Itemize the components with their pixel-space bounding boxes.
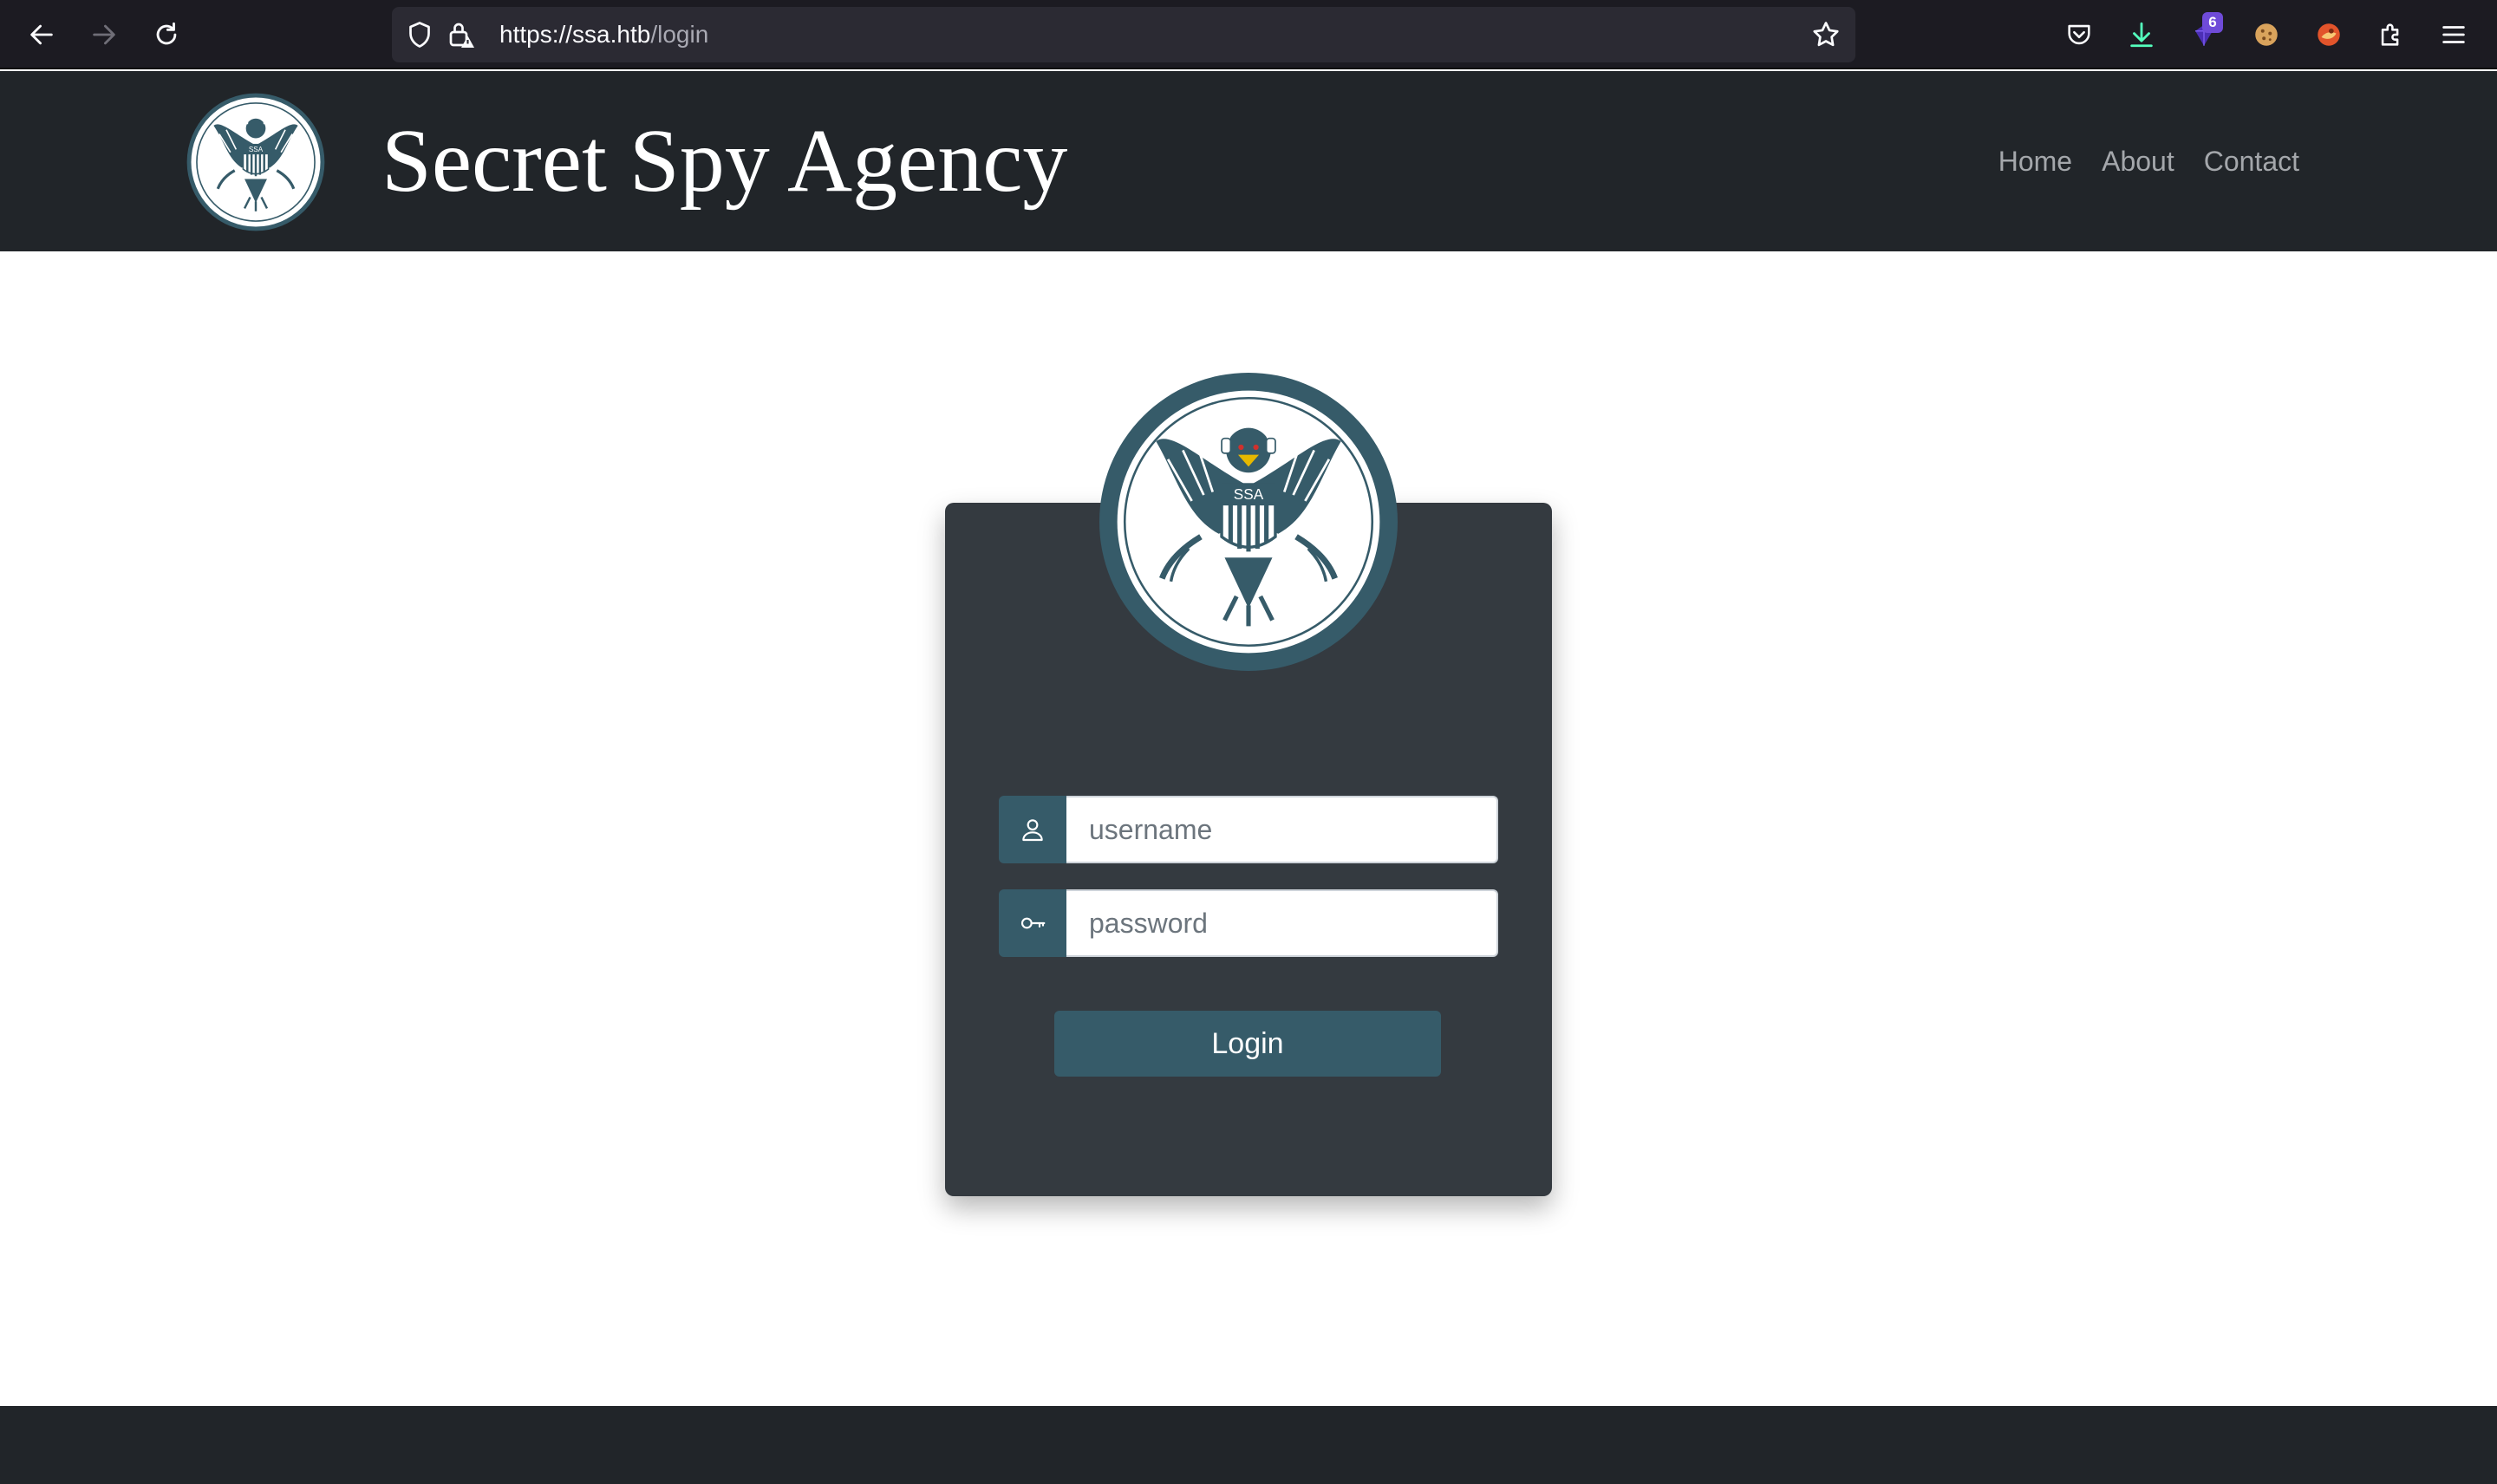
puzzle-piece-icon xyxy=(2381,23,2399,46)
extension-badge: 6 xyxy=(2202,12,2223,33)
pocket-icon xyxy=(2068,24,2090,45)
username-input-group xyxy=(999,796,1498,863)
url-host: https://ssa.htb xyxy=(499,21,651,48)
back-button[interactable] xyxy=(19,12,64,57)
cookie-icon xyxy=(2255,23,2278,46)
browser-toolbar: https://ssa.htb/login 6 xyxy=(0,0,2497,69)
cookie-extension-button[interactable] xyxy=(2246,14,2287,55)
url-text[interactable]: https://ssa.htb/login xyxy=(499,7,708,62)
agency-seal-logo[interactable]: SSA xyxy=(186,92,326,232)
username-input[interactable] xyxy=(1066,796,1498,863)
site-header: SSA Secret Spy Agency Home About Contact xyxy=(0,71,2497,251)
app-menu-button[interactable] xyxy=(2433,14,2474,55)
downloads-button[interactable] xyxy=(2121,14,2162,55)
bookmark-star-icon[interactable] xyxy=(1810,19,1842,50)
password-input[interactable] xyxy=(1066,889,1498,957)
reload-button[interactable] xyxy=(144,12,189,57)
site-footer xyxy=(0,1406,2497,1484)
key-icon xyxy=(1020,917,1046,929)
nav-about-link[interactable]: About xyxy=(2102,146,2174,178)
extension-fox-icon xyxy=(2318,23,2340,46)
nav-home-link[interactable]: Home xyxy=(1998,146,2072,178)
card-seal-text: SSA xyxy=(1234,485,1264,503)
pocket-button[interactable] xyxy=(2058,14,2100,55)
url-bar[interactable]: https://ssa.htb/login xyxy=(392,7,1855,62)
header-seal-text: SSA xyxy=(249,146,264,153)
forward-arrow-icon xyxy=(93,24,115,45)
download-icon xyxy=(2130,22,2153,48)
login-button[interactable]: Login xyxy=(1054,1011,1441,1077)
extension-button-3[interactable] xyxy=(2308,14,2350,55)
username-addon xyxy=(999,796,1066,863)
password-input-group xyxy=(999,889,1498,957)
extensions-button[interactable] xyxy=(2370,14,2412,55)
back-arrow-icon xyxy=(30,24,53,45)
main-nav: Home About Contact xyxy=(1969,71,2299,251)
url-path: /login xyxy=(650,21,709,48)
extension-button-1[interactable]: 6 xyxy=(2183,12,2225,55)
shield-icon[interactable] xyxy=(404,19,435,50)
forward-button[interactable] xyxy=(81,12,127,57)
user-icon xyxy=(1022,819,1043,842)
agency-seal-emblem: SSA xyxy=(1099,373,1398,671)
site-title: Secret Spy Agency xyxy=(381,111,1068,211)
insecure-lock-icon[interactable] xyxy=(446,19,477,50)
reload-icon xyxy=(156,22,177,45)
nav-contact-link[interactable]: Contact xyxy=(2204,146,2299,178)
hamburger-menu-icon xyxy=(2442,26,2465,43)
password-addon xyxy=(999,889,1066,957)
